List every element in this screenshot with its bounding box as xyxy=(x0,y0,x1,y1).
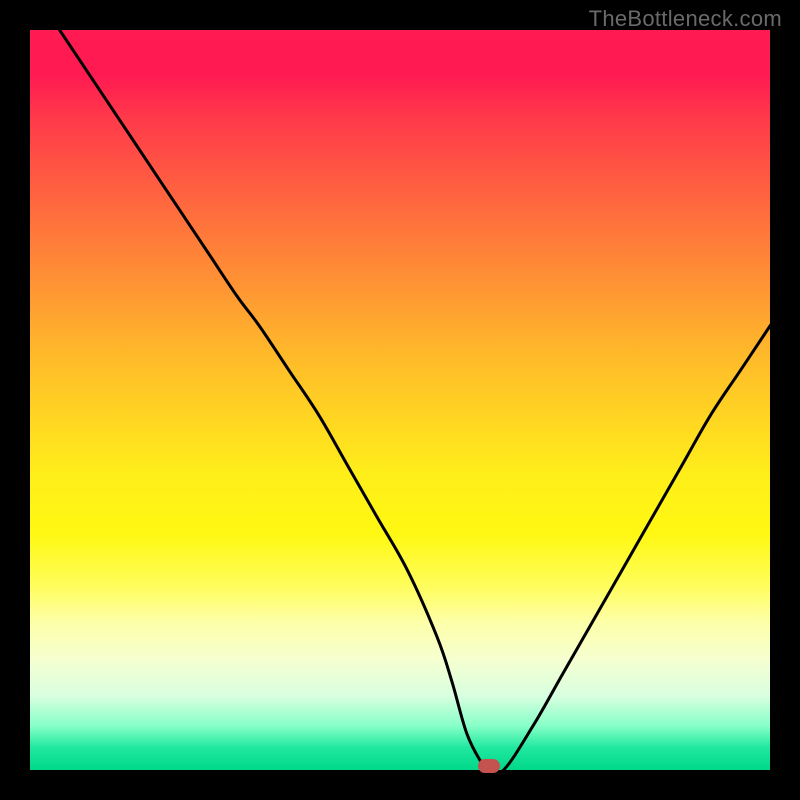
curve-layer xyxy=(30,30,770,770)
watermark-text: TheBottleneck.com xyxy=(589,6,782,32)
bottleneck-curve xyxy=(60,30,770,770)
chart-frame: TheBottleneck.com xyxy=(0,0,800,800)
optimal-marker xyxy=(478,759,500,773)
plot-area xyxy=(30,30,770,770)
